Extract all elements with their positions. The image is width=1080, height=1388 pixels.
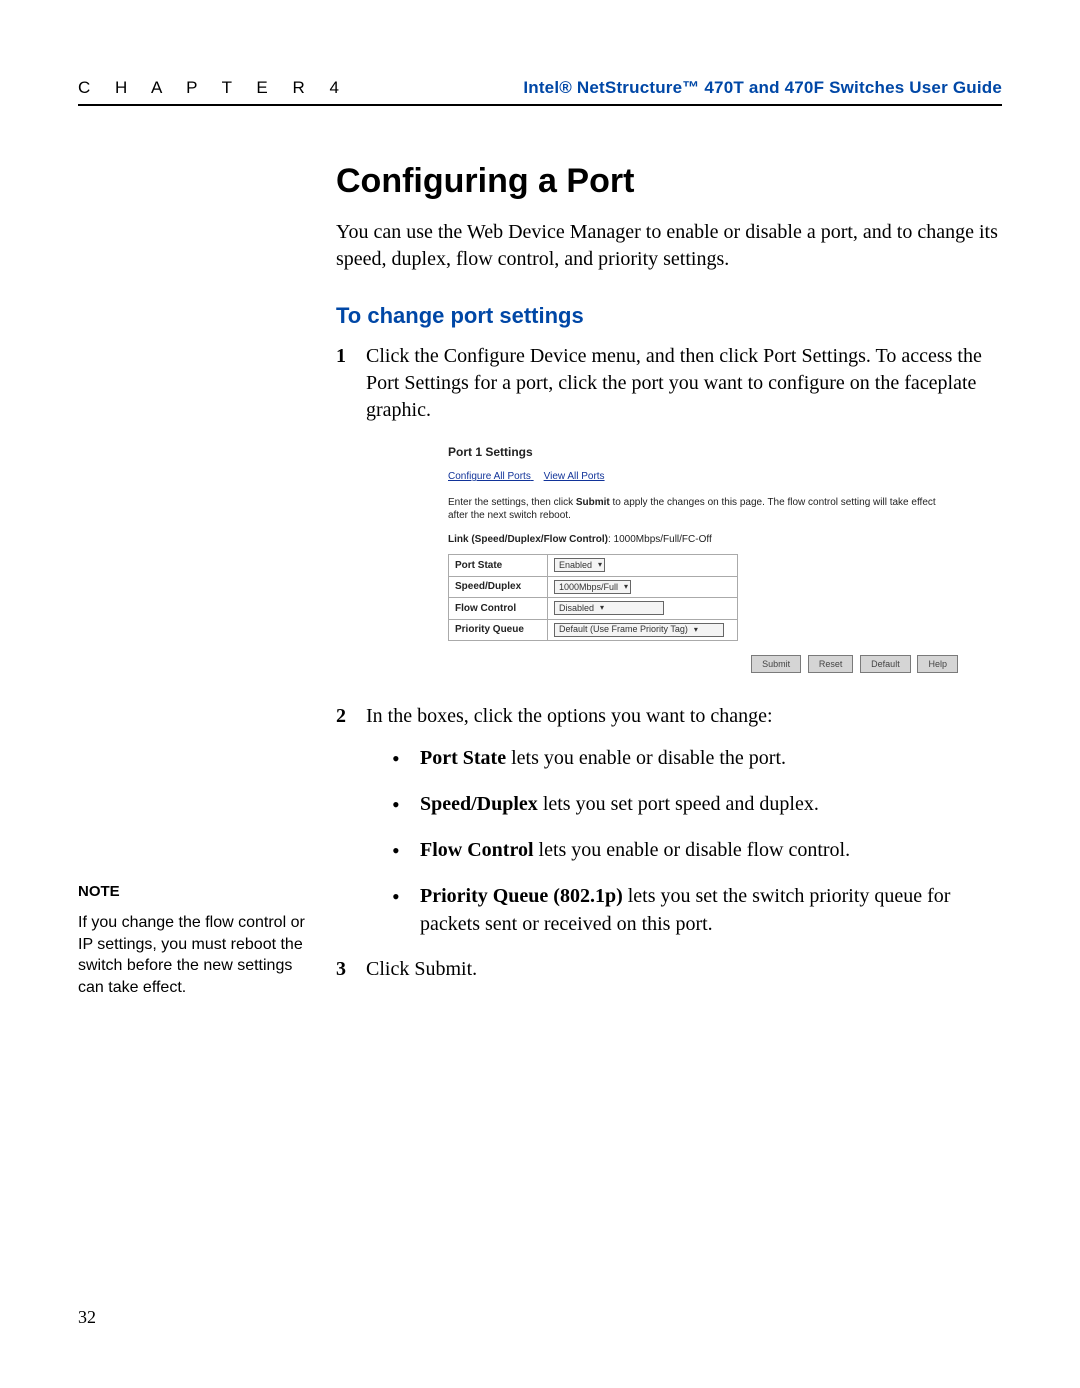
row-flow-control: Flow Control Disabled ▾ <box>449 598 738 619</box>
bullet-speed-duplex: Speed/Duplex lets you set port speed and… <box>392 790 1002 818</box>
cell-speed-duplex: 1000Mbps/Full ▾ <box>548 576 738 597</box>
section-title: Configuring a Port <box>336 162 1002 201</box>
content-grid: NOTE If you change the flow control or I… <box>78 162 1002 1001</box>
label-speed-duplex: Speed/Duplex <box>449 576 548 597</box>
step-2: In the boxes, click the options you want… <box>336 703 1002 938</box>
button-row: Submit Reset Default Help <box>448 655 958 673</box>
term-priority-queue: Priority Queue (802.1p) <box>420 885 623 907</box>
link-configure-all-ports[interactable]: Configure All Ports <box>448 471 531 482</box>
chapter-label: C H A P T E R 4 <box>78 78 349 98</box>
step-1: Click the Configure Device menu, and the… <box>336 343 1002 673</box>
chevron-down-icon: ▾ <box>694 626 698 634</box>
page: C H A P T E R 4 Intel® NetStructure™ 470… <box>0 0 1080 1388</box>
guide-title: Intel® NetStructure™ 470T and 470F Switc… <box>523 78 1002 98</box>
submit-button[interactable]: Submit <box>751 655 801 673</box>
step-1-text: Click the Configure Device menu, and the… <box>366 345 982 421</box>
bullet-port-state: Port State lets you enable or disable th… <box>392 744 1002 772</box>
link-status-label: Link (Speed/Duplex/Flow Control) <box>448 534 608 545</box>
instr-bold: Submit <box>576 497 610 508</box>
intro-paragraph: You can use the Web Device Manager to en… <box>336 219 1002 273</box>
select-flow-control[interactable]: Disabled ▾ <box>554 601 664 615</box>
note-body: If you change the flow control or IP set… <box>78 912 316 998</box>
bullet-priority-queue: Priority Queue (802.1p) lets you set the… <box>392 882 1002 938</box>
panel-title: Port 1 Settings <box>448 444 958 460</box>
select-priority-queue[interactable]: Default (Use Frame Priority Tag) ▾ <box>554 623 724 637</box>
bullet-flow-control: Flow Control lets you enable or disable … <box>392 836 1002 864</box>
chevron-down-icon: ▾ <box>598 561 602 569</box>
main-column: Configuring a Port You can use the Web D… <box>336 162 1002 1001</box>
link-status-line: Link (Speed/Duplex/Flow Control): 1000Mb… <box>448 533 958 547</box>
label-flow-control: Flow Control <box>449 598 548 619</box>
sidebar-spacer <box>78 162 316 882</box>
select-port-state-value: Enabled <box>559 559 592 571</box>
rest-speed-duplex: lets you set port speed and duplex. <box>538 793 819 815</box>
step-3: Click Submit. <box>336 956 1002 983</box>
cell-priority-queue: Default (Use Frame Priority Tag) ▾ <box>548 619 738 640</box>
chevron-down-icon: ▾ <box>600 604 604 612</box>
panel-links: Configure All Ports View All Ports <box>448 470 958 484</box>
reset-button[interactable]: Reset <box>808 655 854 673</box>
link-view-all-ports[interactable]: View All Ports <box>544 471 605 482</box>
steps-list: Click the Configure Device menu, and the… <box>336 343 1002 983</box>
label-priority-queue: Priority Queue <box>449 619 548 640</box>
select-speed-duplex[interactable]: 1000Mbps/Full ▾ <box>554 580 631 594</box>
step-2-lead: In the boxes, click the options you want… <box>366 705 773 727</box>
select-flow-control-value: Disabled <box>559 602 594 614</box>
settings-table: Port State Enabled ▾ Spe <box>448 554 738 641</box>
default-button[interactable]: Default <box>860 655 911 673</box>
rest-flow-control: lets you enable or disable flow control. <box>534 839 851 861</box>
step-3-text: Click Submit. <box>366 958 477 980</box>
instr-pre: Enter the settings, then click <box>448 497 576 508</box>
help-button[interactable]: Help <box>917 655 958 673</box>
screenshot-wrap: Port 1 Settings Configure All Ports View… <box>448 444 1002 673</box>
link-status-value: : 1000Mbps/Full/FC-Off <box>608 534 712 545</box>
port-settings-panel: Port 1 Settings Configure All Ports View… <box>448 444 958 673</box>
term-speed-duplex: Speed/Duplex <box>420 793 538 815</box>
term-flow-control: Flow Control <box>420 839 534 861</box>
note-heading: NOTE <box>78 882 316 902</box>
panel-instruction: Enter the settings, then click Submit to… <box>448 496 958 523</box>
sidebar-column: NOTE If you change the flow control or I… <box>78 162 316 1001</box>
chevron-down-icon: ▾ <box>624 583 628 591</box>
page-number: 32 <box>78 1307 96 1328</box>
bullet-list: Port State lets you enable or disable th… <box>392 744 1002 938</box>
term-port-state: Port State <box>420 747 506 769</box>
row-speed-duplex: Speed/Duplex 1000Mbps/Full ▾ <box>449 576 738 597</box>
subheading: To change port settings <box>336 303 1002 329</box>
label-port-state: Port State <box>449 555 548 576</box>
select-speed-duplex-value: 1000Mbps/Full <box>559 581 618 593</box>
cell-port-state: Enabled ▾ <box>548 555 738 576</box>
row-priority-queue: Priority Queue Default (Use Frame Priori… <box>449 619 738 640</box>
running-header: C H A P T E R 4 Intel® NetStructure™ 470… <box>78 78 1002 106</box>
row-port-state: Port State Enabled ▾ <box>449 555 738 576</box>
cell-flow-control: Disabled ▾ <box>548 598 738 619</box>
select-priority-queue-value: Default (Use Frame Priority Tag) <box>559 623 688 635</box>
select-port-state[interactable]: Enabled ▾ <box>554 558 605 572</box>
rest-port-state: lets you enable or disable the port. <box>506 747 786 769</box>
